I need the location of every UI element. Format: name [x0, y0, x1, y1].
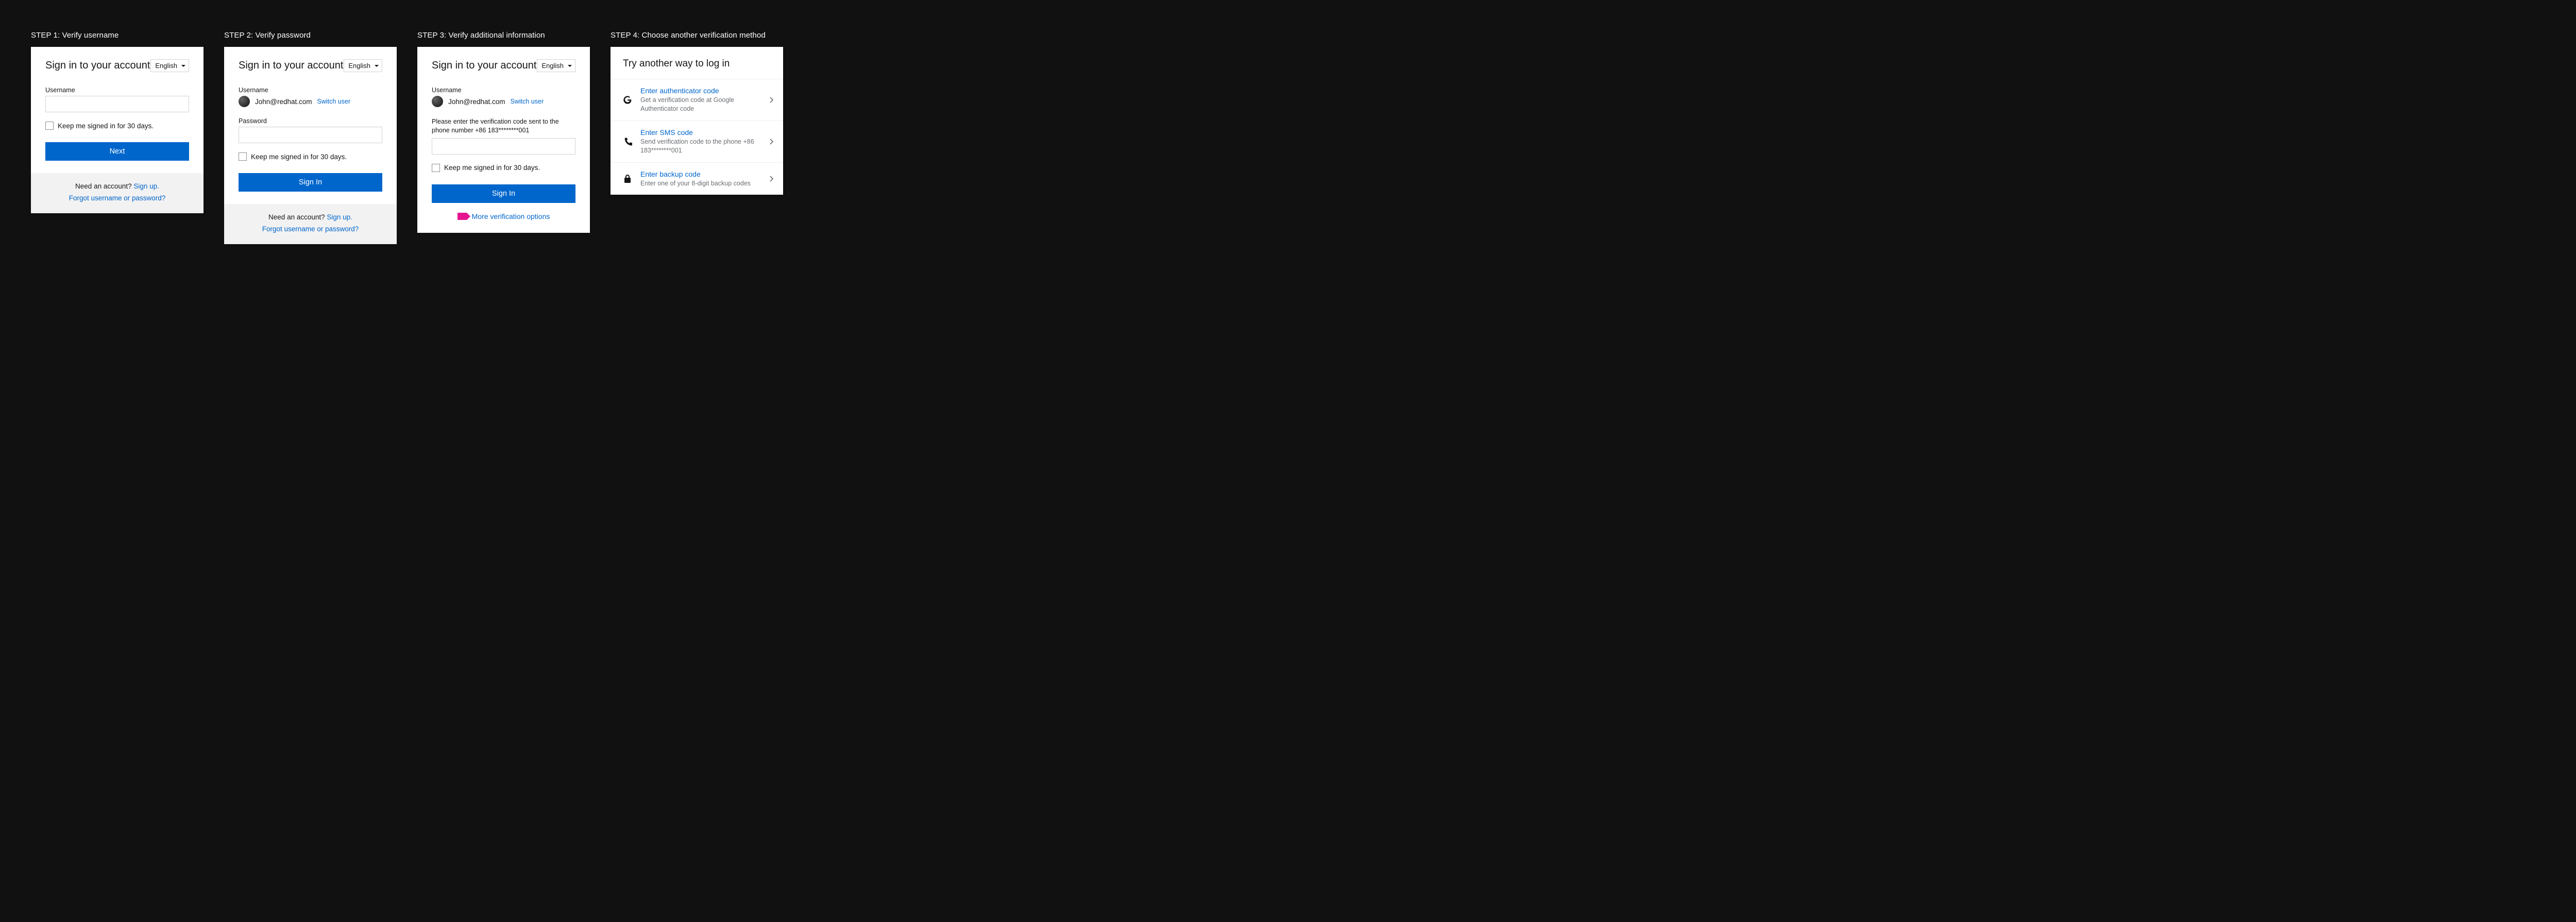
keep-signed-checkbox[interactable] [432, 164, 440, 172]
language-select[interactable]: English [537, 59, 575, 72]
step-2-column: STEP 2: Verify password Sign in to your … [224, 31, 397, 244]
need-account-text: Need an account? [75, 182, 132, 190]
method-authenticator[interactable]: Enter authenticator code Get a verificat… [611, 79, 783, 121]
method-desc: Get a verification code at Google Authen… [640, 96, 762, 113]
chevron-right-icon [770, 176, 774, 182]
language-select[interactable]: English [344, 59, 382, 72]
language-select[interactable]: English [150, 59, 189, 72]
forgot-link[interactable]: Forgot username or password? [234, 225, 386, 233]
signup-link[interactable]: Sign up. [133, 182, 159, 190]
language-select-value: English [155, 62, 177, 70]
step-3-column: STEP 3: Verify additional information Si… [417, 31, 590, 233]
more-verification-options-link[interactable]: More verification options [472, 212, 550, 220]
username-label: Username [239, 87, 382, 94]
chevron-right-icon [770, 139, 774, 145]
language-select-value: English [348, 62, 370, 70]
annotation-tag-icon [457, 213, 467, 220]
signin-button[interactable]: Sign In [432, 184, 575, 203]
keep-signed-label: Keep me signed in for 30 days. [251, 153, 347, 161]
step-1-label: STEP 1: Verify username [31, 31, 204, 40]
next-button[interactable]: Next [45, 142, 189, 161]
language-select-value: English [541, 62, 564, 70]
switch-user-link[interactable]: Switch user [511, 98, 544, 105]
step-3-label: STEP 3: Verify additional information [417, 31, 590, 40]
password-input[interactable] [239, 127, 382, 143]
step-3-card: Sign in to your account English Username… [417, 47, 590, 233]
avatar [432, 96, 443, 107]
username-input[interactable] [45, 96, 189, 112]
need-account-text: Need an account? [268, 213, 325, 221]
page-title: Sign in to your account [239, 60, 343, 72]
signin-button[interactable]: Sign In [239, 173, 382, 192]
step-1-card: Sign in to your account English Username… [31, 47, 204, 213]
keep-signed-checkbox[interactable] [45, 122, 54, 130]
forgot-link[interactable]: Forgot username or password? [41, 194, 193, 202]
keep-signed-label: Keep me signed in for 30 days. [58, 122, 154, 130]
verification-hint: Please enter the verification code sent … [432, 117, 575, 135]
step-2-label: STEP 2: Verify password [224, 31, 397, 40]
page-title: Sign in to your account [45, 60, 150, 72]
chevron-right-icon [770, 97, 774, 103]
google-g-icon [622, 95, 633, 105]
method-backup[interactable]: Enter backup code Enter one of your 8-di… [611, 163, 783, 195]
next-button-label: Next [110, 147, 125, 156]
step-1-column: STEP 1: Verify username Sign in to your … [31, 31, 204, 213]
page-title: Try another way to log in [611, 47, 783, 79]
signup-link[interactable]: Sign up. [327, 213, 352, 221]
avatar [239, 96, 250, 107]
username-label: Username [432, 87, 575, 94]
username-label: Username [45, 87, 189, 94]
step-4-column: STEP 4: Choose another verification meth… [611, 31, 783, 195]
keep-signed-label: Keep me signed in for 30 days. [444, 164, 540, 172]
lock-icon [622, 174, 633, 183]
step-4-label: STEP 4: Choose another verification meth… [611, 31, 783, 40]
method-desc: Send verification code to the phone +86 … [640, 138, 762, 155]
method-title: Enter SMS code [640, 128, 762, 136]
user-email: John@redhat.com [448, 98, 505, 106]
password-label: Password [239, 117, 382, 125]
method-desc: Enter one of your 8-digit backup codes [640, 179, 762, 188]
switch-user-link[interactable]: Switch user [317, 98, 351, 105]
method-title: Enter backup code [640, 170, 762, 178]
page-title: Sign in to your account [432, 60, 536, 72]
user-email: John@redhat.com [255, 98, 312, 106]
verification-code-input[interactable] [432, 138, 575, 155]
method-sms[interactable]: Enter SMS code Send verification code to… [611, 121, 783, 163]
step-2-card: Sign in to your account English Username… [224, 47, 397, 244]
step-4-card: Try another way to log in Enter authenti… [611, 47, 783, 195]
card-footer: Need an account? Sign up. Forgot usernam… [31, 173, 204, 213]
signin-button-label: Sign In [492, 190, 515, 198]
phone-icon [622, 137, 633, 146]
signin-button-label: Sign In [299, 178, 322, 186]
method-title: Enter authenticator code [640, 87, 762, 95]
card-footer: Need an account? Sign up. Forgot usernam… [224, 204, 397, 244]
verification-method-list: Enter authenticator code Get a verificat… [611, 79, 783, 195]
keep-signed-checkbox[interactable] [239, 152, 247, 161]
